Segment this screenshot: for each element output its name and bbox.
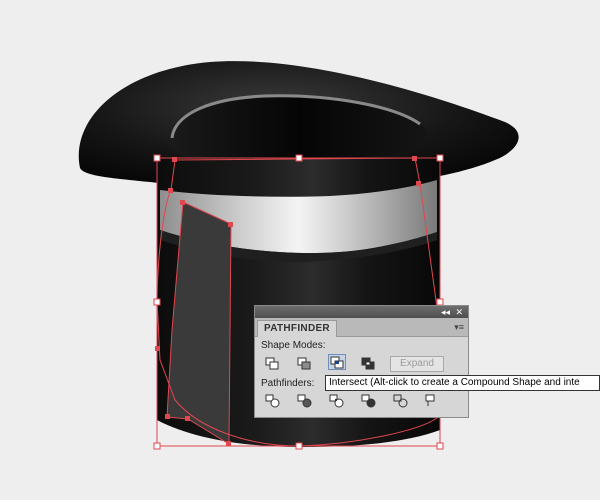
handle-bottom-left[interactable] — [153, 442, 161, 450]
intersect-tooltip: Intersect (Alt-click to create a Compoun… — [325, 375, 600, 391]
merge-icon — [329, 394, 344, 408]
panel-title-bar[interactable]: ◂◂ ✕ — [255, 306, 468, 318]
expand-button[interactable]: Expand — [390, 356, 444, 372]
anchor-point[interactable] — [185, 416, 190, 421]
anchor-point[interactable] — [416, 181, 421, 186]
anchor-point[interactable] — [165, 414, 170, 419]
shape-modes-label: Shape Modes: — [261, 340, 326, 351]
anchor-point[interactable] — [412, 156, 417, 161]
anchor-point[interactable] — [172, 157, 177, 162]
handle-bottom-center[interactable] — [295, 442, 303, 450]
close-panel-icon[interactable]: ✕ — [455, 306, 463, 318]
divide-icon — [265, 394, 280, 408]
handle-bottom-right[interactable] — [436, 442, 444, 450]
intersect-icon — [330, 356, 344, 369]
anchor-point[interactable] — [226, 441, 231, 446]
tab-pathfinder[interactable]: PATHFINDER — [257, 320, 337, 337]
crop-button[interactable] — [360, 393, 378, 409]
anchor-point[interactable] — [228, 222, 233, 227]
panel-tab-row: PATHFINDER ▾≡ — [255, 318, 468, 337]
intersect-button[interactable] — [328, 354, 346, 370]
crop-icon — [361, 394, 376, 408]
outline-button[interactable] — [392, 393, 410, 409]
minus-back-button[interactable] — [424, 393, 442, 409]
minus-back-icon — [425, 394, 435, 406]
handle-top-center[interactable] — [295, 154, 303, 162]
pathfinder-panel[interactable]: ◂◂ ✕ PATHFINDER ▾≡ Shape Modes: Expand P… — [254, 305, 469, 418]
outline-icon — [393, 394, 408, 408]
exclude-icon — [361, 357, 375, 370]
minus-front-icon — [297, 357, 311, 370]
artboard-canvas[interactable] — [0, 0, 600, 500]
anchor-point[interactable] — [180, 200, 185, 205]
exclude-button[interactable] — [360, 356, 378, 372]
anchor-point[interactable] — [168, 188, 173, 193]
handle-top-right[interactable] — [436, 154, 444, 162]
panel-menu-icon[interactable]: ▾≡ — [454, 321, 464, 333]
unite-button[interactable] — [264, 356, 282, 372]
handle-middle-left[interactable] — [153, 298, 161, 306]
trim-button[interactable] — [296, 393, 314, 409]
divide-button[interactable] — [264, 393, 282, 409]
minus-front-button[interactable] — [296, 356, 314, 372]
pathfinders-label: Pathfinders: — [261, 378, 315, 389]
unite-icon — [265, 357, 279, 370]
trim-icon — [297, 394, 312, 408]
collapse-panel-icon[interactable]: ◂◂ — [441, 306, 450, 318]
handle-top-left[interactable] — [153, 154, 161, 162]
anchor-point[interactable] — [155, 346, 160, 351]
merge-button[interactable] — [328, 393, 346, 409]
